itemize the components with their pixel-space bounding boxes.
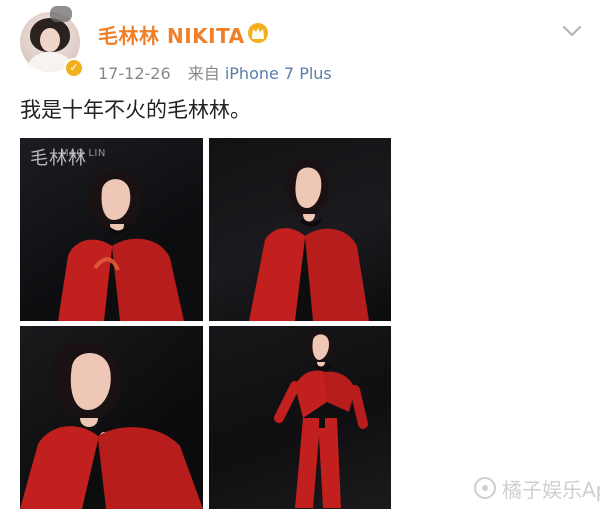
- photo-1-illustration: [58, 169, 184, 321]
- avatar-face: [40, 28, 60, 52]
- post-from-label: 来自: [187, 64, 220, 83]
- photo-4[interactable]: [209, 326, 391, 509]
- app-watermark: 橘子娱乐App: [474, 468, 600, 508]
- post-timestamp: 17-12-26: [98, 64, 171, 83]
- username[interactable]: 毛林林 NIKITA: [98, 20, 245, 49]
- photo-3[interactable]: [20, 326, 203, 509]
- post-meta: 17-12-26 来自 iPhone 7 Plus: [98, 60, 332, 84]
- crown-icon: [248, 23, 268, 43]
- avatar-ornament-icon: [50, 6, 72, 22]
- photo-2[interactable]: [209, 138, 391, 321]
- post-device[interactable]: iPhone 7 Plus: [225, 64, 332, 83]
- weibo-post: ✓ 毛林林 NIKITA 17-12-26 来自 iPhone 7 Plus 我…: [0, 0, 600, 527]
- chevron-down-icon[interactable]: [562, 24, 582, 38]
- photo-4-illustration: [274, 331, 368, 508]
- photo-3-illustration: [20, 341, 203, 509]
- verified-badge-icon: ✓: [64, 58, 84, 78]
- app-logo-icon: [474, 477, 496, 499]
- photo-1[interactable]: 毛林林 MAO LIN: [20, 138, 203, 321]
- avatar-container[interactable]: ✓: [20, 6, 84, 78]
- post-text: 我是十年不火的毛林林。: [20, 98, 251, 122]
- photo-2-illustration: [249, 158, 369, 321]
- app-watermark-text: 橘子娱乐App: [502, 477, 600, 502]
